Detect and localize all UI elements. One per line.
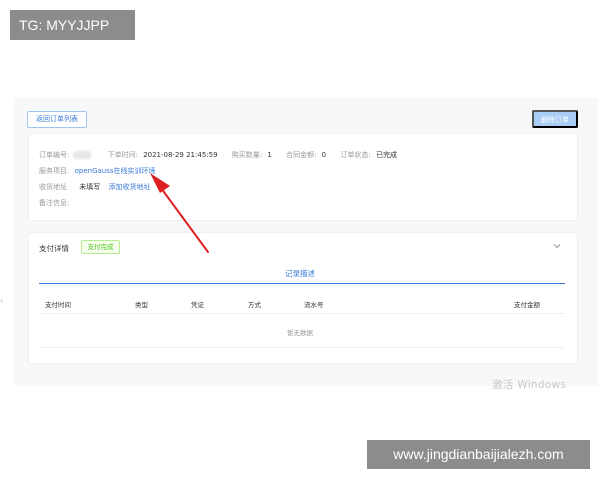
order-time-value: 2021-08-29 21:45:59	[143, 151, 218, 159]
address-label: 收货地址	[39, 183, 67, 191]
table-header-divider	[39, 313, 565, 314]
purchase-qty-label: 购买数量:	[231, 151, 263, 159]
column-header-type: 类型	[135, 301, 148, 309]
order-time-label: 下单时间:	[107, 151, 138, 159]
windows-activation-watermark: 激活 Windows	[492, 379, 567, 391]
remark-row: 备注信息:	[39, 198, 69, 208]
table-bottom-divider	[39, 347, 565, 348]
order-no-redacted	[73, 151, 92, 159]
add-address-link[interactable]: 添加收货地址	[108, 183, 150, 191]
column-header-serial-no: 流水号	[304, 301, 324, 309]
order-info-card	[28, 133, 578, 221]
address-row: 收货地址 未填写 添加收货地址	[39, 182, 150, 192]
address-value: 未填写	[79, 183, 101, 191]
delete-order-button[interactable]: 删除订单	[532, 110, 578, 128]
contract-amount-value: 0	[321, 151, 327, 159]
column-header-method: 方式	[248, 301, 261, 309]
payment-status-badge: 支付完成	[81, 240, 120, 254]
order-summary-row: 订单编号: 下单时间: 2021-08-29 21:45:59 购买数量: 1 …	[39, 150, 397, 160]
chevron-down-icon[interactable]	[552, 241, 562, 251]
service-label: 服务项目:	[39, 167, 70, 175]
order-no-label: 订单编号:	[39, 151, 70, 159]
contract-amount-label: 合同金额:	[286, 151, 317, 159]
service-row: 服务项目: openGauss在线实训环境	[39, 166, 156, 176]
table-empty-text: 暂无数据	[287, 329, 313, 337]
tab-underline	[39, 283, 565, 284]
order-status-value: 已完成	[375, 151, 397, 159]
column-header-pay-time: 支付时间	[45, 301, 71, 309]
column-header-voucher: 凭证	[191, 301, 204, 309]
purchase-qty-value: 1	[267, 151, 272, 159]
collapsed-edge-icon: ‹	[0, 296, 4, 305]
order-status-label: 订单状态:	[340, 151, 371, 159]
back-to-order-list-button[interactable]: 返回订单列表	[27, 111, 87, 128]
url-watermark-badge: www.jingdianbaijialezh.com	[367, 440, 590, 469]
service-link[interactable]: openGauss在线实训环境	[75, 167, 156, 175]
remark-label: 备注信息:	[39, 199, 70, 207]
tab-record-description[interactable]: 记录描述	[265, 268, 335, 279]
payment-title: 支付详情	[39, 244, 69, 253]
tg-watermark-badge: TG: MYYJJPP	[10, 10, 135, 40]
column-header-pay-amount: 支付金额	[514, 301, 540, 309]
